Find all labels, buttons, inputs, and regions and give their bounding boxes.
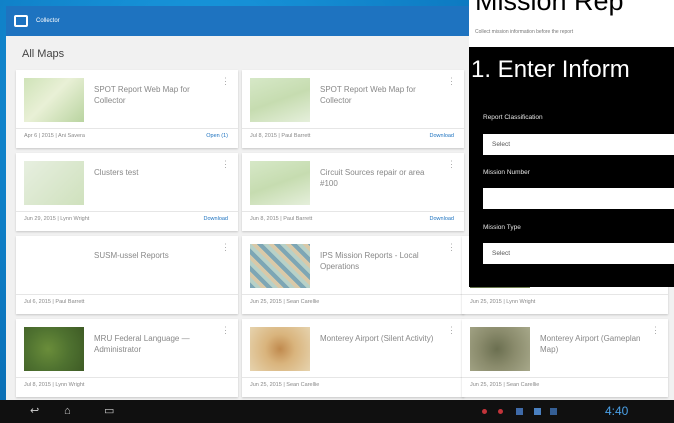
screen: Collector All Maps SPOT Report Web Map f… (0, 0, 674, 423)
storage-icon (516, 408, 523, 415)
map-card[interactable]: SUSM-ussel Reports ⋮ Jul 6, 2015 | Paul … (16, 236, 238, 314)
more-options-icon[interactable]: ⋮ (447, 159, 456, 170)
mission-number-input[interactable] (483, 188, 674, 209)
more-options-icon[interactable]: ⋮ (221, 242, 230, 253)
divider (242, 211, 464, 212)
map-thumbnail (24, 327, 84, 371)
map-card[interactable]: MRU Federal Language — Administrator ⋮ J… (16, 319, 238, 397)
map-thumbnail (250, 78, 310, 122)
more-options-icon[interactable]: ⋮ (221, 325, 230, 336)
recent-apps-icon[interactable]: ▭ (104, 406, 114, 417)
divider (16, 128, 238, 129)
notification-icon (482, 409, 487, 414)
map-title: MRU Federal Language — Administrator (94, 334, 190, 354)
mission-number-label: Mission Number (483, 169, 530, 176)
map-thumbnail (24, 78, 84, 122)
divider (242, 294, 464, 295)
map-meta: Jun 29, 2015 | Lynn Wright (24, 216, 90, 222)
more-options-icon[interactable]: ⋮ (651, 325, 660, 336)
map-card[interactable]: Monterey Airport (Gameplan Map) ⋮ Jun 25… (462, 319, 668, 397)
mission-report-overlay: Mission Rep Collect mission information … (469, 0, 674, 287)
map-meta: Jun 25, 2015 | Sean Carellie (250, 382, 320, 388)
map-title: IPS Mission Reports - Local Operations (320, 251, 419, 271)
divider (16, 377, 238, 378)
section-title: All Maps (22, 48, 65, 60)
map-card[interactable]: Circuit Sources repair or area #100 ⋮ Ju… (242, 153, 464, 231)
download-link[interactable]: Download (204, 216, 228, 222)
map-title: Monterey Airport (Gameplan Map) (540, 334, 641, 354)
map-thumbnail (24, 161, 84, 205)
report-title: Mission Rep (475, 0, 624, 16)
map-meta: Jul 6, 2015 | Paul Barrett (24, 299, 85, 305)
map-thumbnail (24, 244, 84, 288)
classification-select[interactable]: Select (483, 134, 674, 155)
back-icon[interactable]: ↩ (30, 406, 39, 417)
map-meta: Jun 25, 2015 | Sean Carellie (250, 299, 320, 305)
more-options-icon[interactable]: ⋮ (447, 76, 456, 87)
clock: 4:40 (605, 404, 629, 418)
map-thumbnail (250, 327, 310, 371)
divider (16, 211, 238, 212)
divider (242, 128, 464, 129)
map-meta: Jul 8, 2015 | Lynn Wright (24, 382, 85, 388)
report-header: Mission Rep Collect mission information … (469, 0, 674, 47)
more-options-icon[interactable]: ⋮ (447, 242, 456, 253)
map-card[interactable]: SPOT Report Web Map for Collector ⋮ Apr … (16, 70, 238, 148)
map-title: SUSM-ussel Reports (94, 251, 169, 260)
report-subtitle: Collect mission information before the r… (475, 29, 574, 35)
download-icon (534, 408, 541, 415)
mission-type-select[interactable]: Select (483, 243, 674, 264)
collector-app-icon[interactable] (14, 15, 28, 27)
map-thumbnail (470, 327, 530, 371)
divider (462, 377, 668, 378)
system-navigation-bar: ↩ ⌂ ▭ 4:40 (0, 400, 674, 423)
notification-icon (498, 409, 503, 414)
map-meta: Jul 8, 2015 | Paul Barrett (250, 133, 311, 139)
step-heading: 1. Enter Inform (471, 56, 630, 83)
map-meta: Jun 25, 2015 | Sean Carellie (470, 382, 540, 388)
map-thumbnail (250, 244, 310, 288)
download-link[interactable]: Download (430, 216, 454, 222)
divider (242, 377, 464, 378)
map-title: SPOT Report Web Map for Collector (320, 85, 416, 105)
more-options-icon[interactable]: ⋮ (221, 76, 230, 87)
map-card[interactable]: IPS Mission Reports - Local Operations ⋮… (242, 236, 464, 314)
map-card[interactable]: Clusters test ⋮ Jun 29, 2015 | Lynn Wrig… (16, 153, 238, 231)
map-title: Clusters test (94, 168, 139, 177)
sync-icon (550, 408, 557, 415)
divider (16, 294, 238, 295)
map-title: Circuit Sources repair or area #100 (320, 168, 425, 188)
classification-label: Report Classification (483, 114, 543, 121)
app-title: Collector (36, 18, 60, 24)
map-meta: Jun 25, 2015 | Lynn Wright (470, 299, 536, 305)
map-card[interactable]: SPOT Report Web Map for Collector ⋮ Jul … (242, 70, 464, 148)
mission-type-label: Mission Type (483, 224, 521, 231)
open-link[interactable]: Open (1) (206, 133, 228, 139)
map-meta: Apr 6 | 2015 | Ani Savera (24, 133, 85, 139)
map-title: Monterey Airport (Silent Activity) (320, 334, 434, 343)
divider (462, 294, 668, 295)
map-title: SPOT Report Web Map for Collector (94, 85, 190, 105)
map-meta: Jun 8, 2015 | Paul Barrett (250, 216, 313, 222)
more-options-icon[interactable]: ⋮ (447, 325, 456, 336)
map-card[interactable]: Monterey Airport (Silent Activity) ⋮ Jun… (242, 319, 464, 397)
home-icon[interactable]: ⌂ (64, 406, 71, 417)
map-thumbnail (250, 161, 310, 205)
download-link[interactable]: Download (430, 133, 454, 139)
more-options-icon[interactable]: ⋮ (221, 159, 230, 170)
